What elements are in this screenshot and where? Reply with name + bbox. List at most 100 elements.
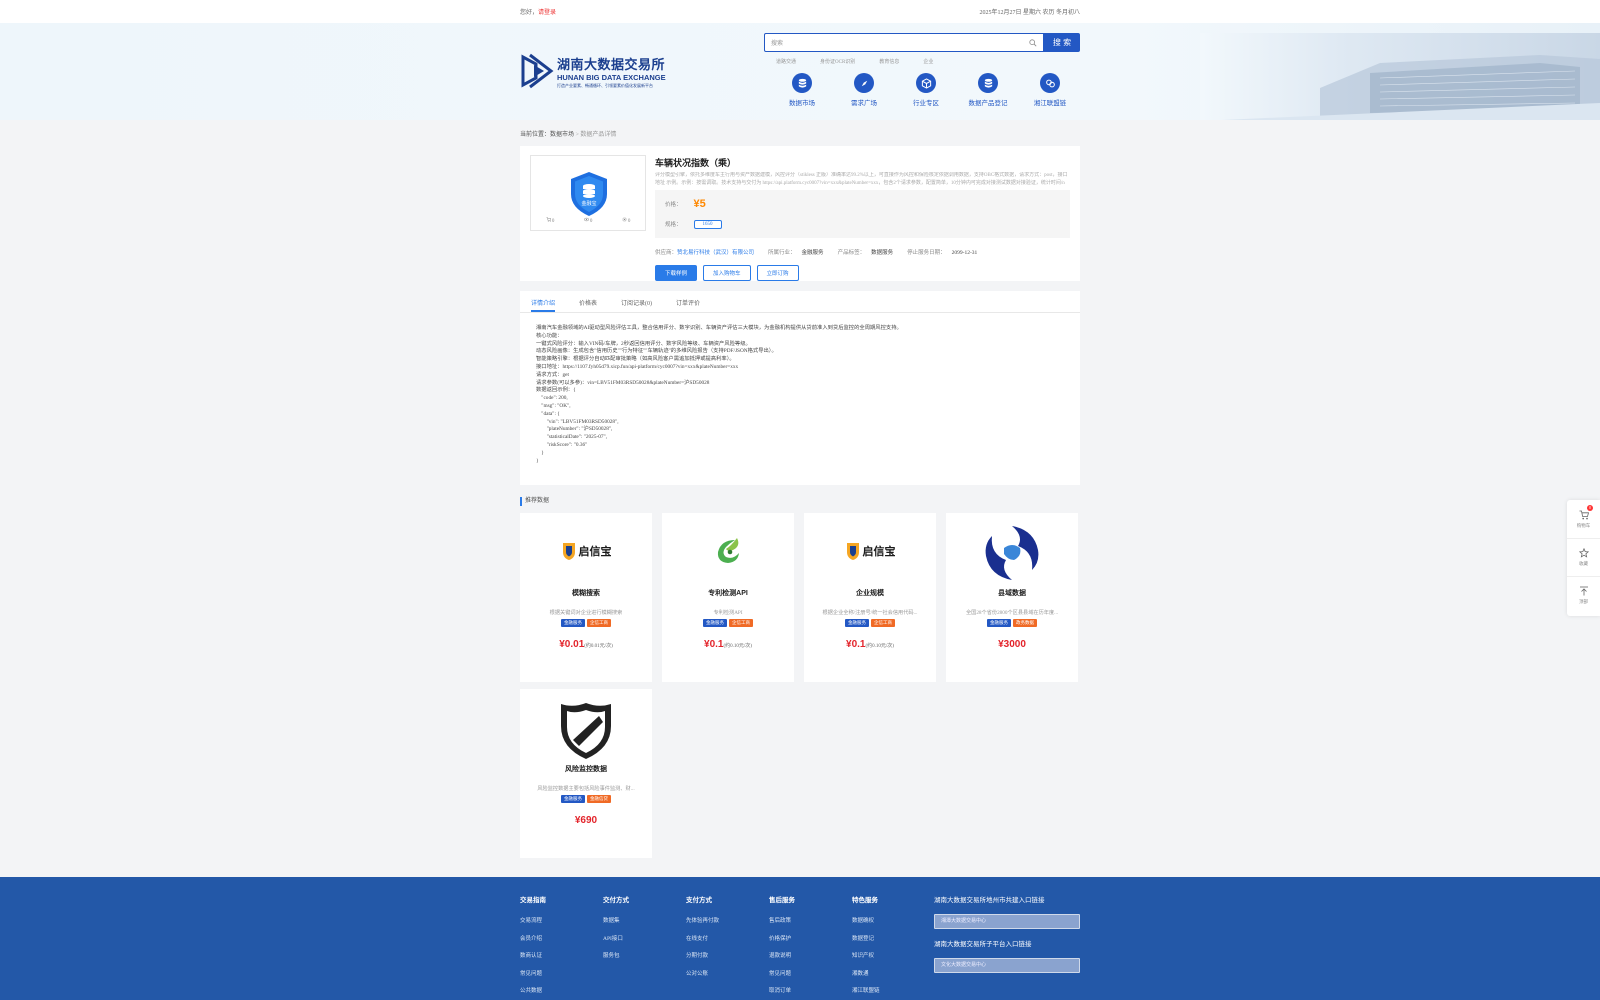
hot-keyword[interactable]: 企业 (923, 58, 933, 65)
recommend-tag: 金融信贷 (587, 795, 611, 803)
thumb-view-action[interactable]: 0 (583, 217, 592, 224)
footer-link[interactable]: 湘数通 (852, 969, 935, 987)
hot-keyword[interactable]: 身份证OCR识别 (820, 58, 855, 65)
recommend-tag: 金融服务 (561, 619, 585, 627)
shield-badge-icon: 金融宝 (571, 172, 607, 216)
footer-col-title: 支付方式 (686, 897, 712, 904)
footer-col-title: 交易指南 (520, 897, 546, 904)
footer-link[interactable]: 服务包 (603, 951, 686, 969)
float-fav-button[interactable]: 收藏 (1567, 538, 1600, 576)
swirl-logo-icon (985, 526, 1039, 580)
nav-xiangjiang-chain[interactable]: 湘江联盟链 (1030, 73, 1070, 107)
footer-link[interactable]: 取消订单 (769, 986, 852, 1000)
recommend-tag: 企信工商 (729, 619, 753, 627)
recommend-name: 企业规模 (856, 590, 884, 597)
footer-link[interactable]: 常见问题 (769, 969, 852, 987)
svg-text:金融宝: 金融宝 (581, 200, 596, 207)
recommend-price: ¥3000 (998, 639, 1026, 650)
recommend-desc: 根据企业全称/注册号/统一社会信用代码... (822, 610, 918, 616)
cart-icon (1579, 510, 1589, 519)
thumb-fav-action[interactable]: 0 (622, 217, 630, 224)
footer-link[interactable]: 常见问题 (520, 969, 603, 987)
download-sample-button[interactable]: 下载样例 (655, 265, 698, 281)
float-top-label: 顶部 (1579, 599, 1588, 604)
industry-label: 所属行业： (768, 250, 796, 256)
tab-details[interactable]: 详情介绍 (531, 291, 556, 312)
spec-option[interactable]: 1650 (693, 219, 722, 229)
footer-link[interactable]: 退款说明 (769, 951, 852, 969)
tab-price-list[interactable]: 价格表 (579, 291, 597, 312)
hot-keyword[interactable]: 教育信息 (879, 58, 899, 65)
login-prompt: 您好，请登录 (520, 7, 556, 16)
footer-link[interactable]: 知识产权 (852, 951, 935, 969)
recommend-tag: 企信工商 (587, 619, 611, 627)
product-info: 车辆状况指数（乘） 评分模型引擎，依托多维度车主行用与资产数据建模，风控评分（s… (655, 156, 1070, 281)
float-top-button[interactable]: 顶部 (1567, 576, 1600, 614)
cube-icon (921, 77, 931, 89)
recommend-desc: 全国28个省份2800个区县县域在历年度... (965, 610, 1059, 616)
link-icon (1045, 79, 1055, 87)
search-button[interactable]: 搜 索 (1044, 33, 1080, 52)
search-icon (1029, 38, 1037, 46)
footer-link[interactable]: 在线支付 (686, 934, 769, 952)
detail-line: "statisticalDate": "2025-07", (536, 434, 608, 441)
footer-link[interactable]: 公对公账 (686, 969, 769, 987)
footer-link[interactable]: 数据确权 (852, 916, 935, 934)
recommend-card[interactable]: 风险监控数据 风险监控数据主要包括风险事件监测、财... 金融服务 金融信贷 ¥6… (520, 689, 652, 858)
float-cart-label: 购物车 (1576, 522, 1591, 528)
float-fav-label: 收藏 (1579, 561, 1588, 566)
eye-icon (583, 217, 589, 222)
cart-count-badge: 0 (1587, 505, 1593, 511)
footer-col-title: 售后服务 (769, 897, 795, 904)
qixinbao-logo-text: 启信宝 (578, 546, 612, 558)
buy-now-button[interactable]: 立即订购 (756, 265, 799, 281)
recommend-card[interactable]: 启信宝 企业规模 根据企业全称/注册号/统一社会信用代码... 金融服务 企信工商… (804, 513, 936, 682)
detail-line: "data": { (536, 410, 560, 417)
recommend-card[interactable]: 启信宝 模糊搜索 根据关键词对企业进行模糊搜索 金融服务 企信工商 ¥0.01(约… (520, 513, 652, 682)
nav-product-registration[interactable]: 数据产品登记 (968, 73, 1008, 107)
detail-line: 请求方式：get (536, 371, 569, 378)
tab-reviews[interactable]: 订单评价 (676, 291, 700, 312)
footer-link[interactable]: 分期付款 (686, 951, 769, 969)
footer-col-special: 特色服务 数据确权 数据登记 知识产权 湘数通 湘江联盟链 (852, 894, 935, 1000)
supplier-link[interactable]: 赞北易行科技（武汉）有限公司 (677, 250, 754, 256)
login-link[interactable]: 请登录 (538, 10, 556, 16)
detail-line: 请求参数(可以多参)：vin=LBV51FM03RSD50028&plateNu… (536, 379, 710, 386)
footer-link[interactable]: 公共数据 (520, 986, 603, 1000)
recommend-tag: 政务数据 (1013, 619, 1037, 627)
breadcrumb-current: 数据产品详情 (580, 132, 617, 138)
recommend-card[interactable]: 专利检测API 专利检测API 金融服务 企信工商 ¥0.1(约0.10元/次) (662, 513, 794, 682)
add-to-cart-button[interactable]: 加入购物车 (703, 265, 751, 281)
footer-link[interactable]: 先体验再付款 (686, 916, 769, 934)
recommend-price: ¥0.1 (846, 639, 866, 650)
footer-link[interactable]: 湘江联盟链 (852, 986, 935, 1000)
footer-link[interactable]: 数商认证 (520, 951, 603, 969)
site-logo[interactable]: 湖南大数据交易所 HUNAN BIG DATA EXCHANGE 打造产业要素、… (520, 49, 670, 93)
logo-slogan: 打造产业要素、畅通循环、引领要素价值化发展新平台 (557, 82, 653, 88)
footer-link[interactable]: 售后政策 (769, 916, 852, 934)
footer-partner-links: 湖南大数据交易所地州市共建入口链接 湘潭大数据交易中心 湖南大数据交易所子平台入… (934, 894, 1080, 982)
recommend-tag: 金融服务 (987, 619, 1011, 627)
nav-industry-zone[interactable]: 行业专区 (906, 73, 946, 107)
detail-line: "riskScore": "0.36" (536, 441, 588, 448)
subplatform-select[interactable]: 文化大数据交易中心 (934, 958, 1080, 973)
footer-link[interactable]: 价格保护 (769, 934, 852, 952)
footer-link[interactable]: API接口 (603, 934, 686, 952)
leaf-logo-icon (717, 538, 739, 563)
nav-demand-square[interactable]: 需求广场 (844, 73, 884, 107)
footer-link[interactable]: 数据集 (603, 916, 686, 934)
footer-link[interactable]: 会员介绍 (520, 934, 603, 952)
footer-link[interactable]: 交易流程 (520, 916, 603, 934)
search-input[interactable]: 搜索 (764, 33, 1044, 52)
footer-link[interactable]: 数据登记 (852, 934, 935, 952)
recommend-card[interactable]: 县域数据 全国28个省份2800个区县县域在历年度... 金融服务 政务数据 ¥3… (946, 513, 1078, 682)
breadcrumb-market[interactable]: 数据市场 (550, 132, 574, 138)
recommend-tag: 企信工商 (871, 619, 895, 627)
tag-label: 产品标签： (837, 250, 866, 256)
hot-keyword[interactable]: 道路交通 (776, 58, 796, 65)
partner-select[interactable]: 湘潭大数据交易中心 (934, 914, 1080, 929)
nav-data-market[interactable]: 数据市场 (782, 73, 822, 107)
float-cart-button[interactable]: 0 购物车 (1567, 500, 1600, 538)
tab-subscriptions[interactable]: 订阅记录(0) (621, 291, 652, 312)
thumb-cart-action[interactable]: 0 (546, 217, 554, 224)
